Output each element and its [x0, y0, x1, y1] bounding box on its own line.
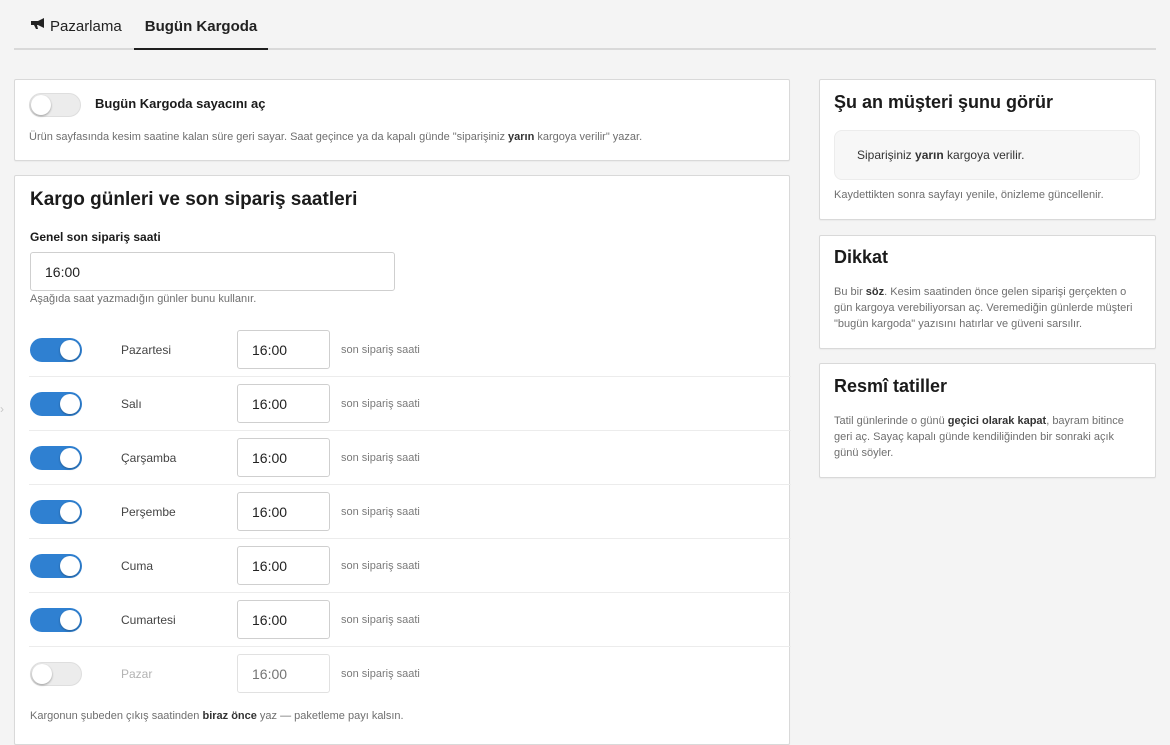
- preview-card: Şu an müşteri şunu görür Siparişiniz yar…: [819, 79, 1156, 220]
- holiday-bold: geçici olarak kapat: [947, 415, 1047, 427]
- toggle-knob: [60, 394, 80, 414]
- general-cutoff-input[interactable]: [30, 252, 395, 291]
- preview-title: Şu an müşteri şunu görür: [834, 92, 1054, 112]
- tab-marketing[interactable]: Pazarlama: [30, 0, 122, 50]
- desc-text-end: kargoya verilir" yazar.: [534, 131, 643, 143]
- day-row: Salı son sipariş saati: [29, 377, 791, 431]
- day-cutoff-input[interactable]: [237, 546, 330, 585]
- counter-toggle[interactable]: [29, 93, 81, 117]
- schedule-title: Kargo günleri ve son sipariş saatleri: [30, 189, 358, 210]
- day-row: Cumartesi son sipariş saati: [29, 593, 791, 647]
- day-row: Pazartesi son sipariş saati: [29, 323, 791, 377]
- warning-text: Bu bir söz. Kesim saatinden önce gelen s…: [834, 284, 1144, 332]
- counter-card: Bugün Kargoda sayacını aç Ürün sayfasınd…: [14, 79, 790, 161]
- day-row: Çarşamba son sipariş saati: [29, 431, 791, 485]
- day-suffix-label: son sipariş saati: [341, 398, 420, 410]
- day-name: Pazartesi: [121, 343, 172, 357]
- desc-text: Ürün sayfasında kesim saatine kalan süre…: [29, 131, 508, 143]
- day-toggle[interactable]: [30, 392, 82, 416]
- general-cutoff-label: Genel son sipariş saati: [30, 230, 161, 244]
- holiday-text-start: Tatil günlerinde o günü: [834, 415, 948, 427]
- preview-text: Siparişiniz: [857, 148, 916, 162]
- day-name: Cumartesi: [121, 613, 176, 627]
- schedule-card: Kargo günleri ve son sipariş saatleri Ge…: [14, 175, 791, 745]
- day-row: Cuma son sipariş saati: [29, 539, 791, 593]
- day-cutoff-input[interactable]: [237, 438, 330, 477]
- day-cutoff-input[interactable]: [237, 384, 330, 423]
- day-name: Pazar: [121, 667, 153, 681]
- toggle-knob: [60, 502, 80, 522]
- day-suffix-label: son sipariş saati: [341, 614, 420, 626]
- warning-bold: söz: [865, 286, 885, 298]
- counter-toggle-label: Bugün Kargoda sayacını aç: [95, 96, 266, 111]
- day-name: Perşembe: [121, 505, 176, 519]
- toggle-knob: [60, 556, 80, 576]
- holiday-title: Resmî tatiller: [834, 376, 948, 396]
- tab-bar: Pazarlama Bugün Kargoda: [14, 0, 1156, 50]
- tab-marketing-label: Pazarlama: [50, 18, 122, 35]
- day-row: Pazar son sipariş saati: [29, 647, 791, 701]
- footer-text: Kargonun şubeden çıkış saatinden: [30, 710, 203, 722]
- day-toggle[interactable]: [30, 338, 82, 362]
- day-suffix-label: son sipariş saati: [341, 452, 420, 464]
- day-name: Çarşamba: [121, 451, 177, 465]
- day-cutoff-input[interactable]: [237, 654, 330, 693]
- day-cutoff-input[interactable]: [237, 330, 330, 369]
- preview-text-end: kargoya verilir.: [943, 148, 1025, 162]
- day-toggle[interactable]: [30, 554, 82, 578]
- footer-text-end: yaz — paketleme payı kalsın.: [256, 710, 404, 722]
- day-suffix-label: son sipariş saati: [341, 668, 420, 680]
- toggle-knob: [31, 95, 51, 115]
- day-name: Cuma: [121, 559, 154, 573]
- toggle-knob: [60, 340, 80, 360]
- day-suffix-label: son sipariş saati: [341, 344, 420, 356]
- preview-box: Siparişiniz yarın kargoya verilir.: [834, 130, 1140, 180]
- day-cutoff-input[interactable]: [237, 492, 330, 531]
- general-cutoff-hint: Aşağıda saat yazmadığın günler bunu kull…: [30, 293, 257, 305]
- toggle-knob: [60, 610, 80, 630]
- footer-bold: biraz önce: [202, 710, 257, 722]
- day-name: Salı: [121, 397, 142, 411]
- tab-bugun-kargoda[interactable]: Bugün Kargoda: [134, 0, 268, 50]
- day-suffix-label: son sipariş saati: [341, 560, 420, 572]
- day-toggle[interactable]: [30, 662, 82, 686]
- holiday-card: Resmî tatiller Tatil günlerinde o günü g…: [819, 363, 1156, 478]
- toggle-knob: [60, 448, 80, 468]
- day-row: Perşembe son sipariş saati: [29, 485, 791, 539]
- chevron-right-icon: ›: [0, 402, 4, 416]
- preview-bold: yarın: [915, 148, 944, 162]
- preview-hint: Kaydettikten sonra sayfayı yenile, önizl…: [834, 189, 1104, 201]
- counter-description: Ürün sayfasında kesim saatine kalan süre…: [29, 129, 779, 145]
- day-suffix-label: son sipariş saati: [341, 506, 420, 518]
- warning-title: Dikkat: [834, 247, 889, 267]
- holiday-text: Tatil günlerinde o günü geçici olarak ka…: [834, 413, 1134, 461]
- toggle-knob: [32, 664, 52, 684]
- day-toggle[interactable]: [30, 446, 82, 470]
- day-toggle[interactable]: [30, 500, 82, 524]
- tab-bugun-kargoda-label: Bugün Kargoda: [144, 18, 258, 35]
- schedule-footer: Kargonun şubeden çıkış saatinden biraz ö…: [30, 708, 404, 724]
- day-cutoff-input[interactable]: [237, 600, 330, 639]
- megaphone-icon: [30, 0, 46, 53]
- warning-text-start: Bu bir: [834, 286, 866, 298]
- desc-bold: yarın: [508, 131, 535, 143]
- warning-card: Dikkat Bu bir söz. Kesim saatinden önce …: [819, 235, 1156, 349]
- day-toggle[interactable]: [30, 608, 82, 632]
